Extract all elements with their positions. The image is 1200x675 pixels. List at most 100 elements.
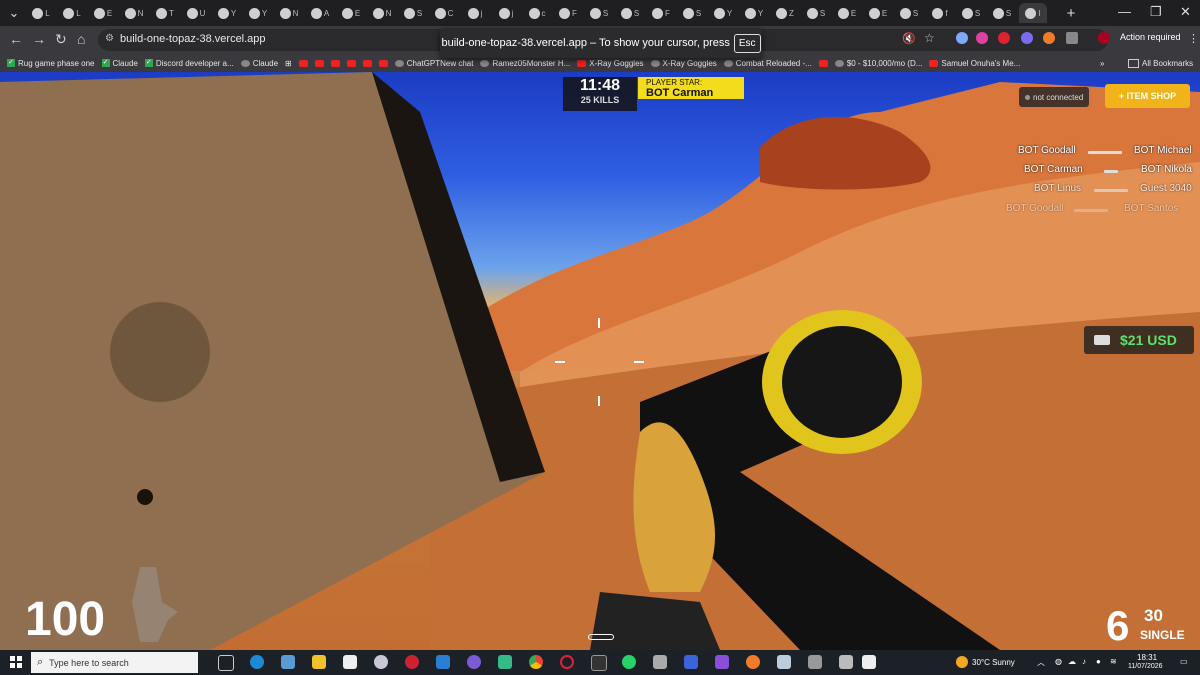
home-icon[interactable]: ⌂ [77,31,85,47]
bookmark-item[interactable]: $0 - $10,000/mo (D... [834,59,922,68]
browser-tab[interactable]: E [833,3,861,23]
bookmark-item[interactable]: X-Ray Goggles [577,59,644,68]
browser-tab[interactable]: c [523,3,551,23]
browser-tab[interactable]: j [461,3,489,23]
bookmarks-overflow-icon[interactable]: » [1100,59,1104,68]
bookmark-item[interactable]: Claude [240,59,278,68]
browser-tab[interactable]: A [306,3,334,23]
browser-tab[interactable]: j [492,3,520,23]
bookmark-item[interactable]: ChatGPTNew chat [394,59,473,68]
network-icon[interactable]: ◍ [1055,657,1062,666]
browser-tab[interactable]: S [988,3,1016,23]
bookmark-item[interactable] [362,59,372,68]
forward-icon[interactable]: → [32,31,46,47]
browser-tab[interactable]: N [368,3,396,23]
app-icon[interactable] [281,655,295,669]
browser-tab[interactable]: E [89,3,117,23]
reload-icon[interactable]: ↻ [55,31,67,48]
bookmark-item[interactable] [818,59,828,68]
site-info-icon[interactable]: ⚙ [105,33,114,44]
app-icon[interactable] [746,655,760,669]
bookmark-item[interactable] [346,59,356,68]
browser-tab[interactable]: Y [213,3,241,23]
browser-tab[interactable]: T [151,3,179,23]
browser-tab[interactable]: S [957,3,985,23]
game-viewport[interactable]: 11:48 25 KILLS PLAYER STAR: BOT Carman n… [0,72,1200,650]
browser-tab[interactable]: F [647,3,675,23]
bookmark-star-icon[interactable]: ☆ [924,31,935,45]
app-icon[interactable] [405,655,419,669]
browser-tab[interactable]: I [1019,3,1047,23]
app-icon[interactable] [777,655,791,669]
url-text[interactable]: build-one-topaz-38.vercel.app [120,33,266,45]
bookmark-item[interactable] [314,59,324,68]
terminal-icon[interactable] [591,655,607,671]
windows-start-icon[interactable] [10,656,22,668]
opera-icon[interactable] [560,655,574,669]
mute-icon[interactable]: 🔇 [902,32,916,45]
clock-date[interactable]: 11/07/2026 [1128,663,1163,670]
edge-icon[interactable] [250,655,264,669]
app-icon[interactable] [839,655,853,669]
extension-icon[interactable] [1021,32,1033,44]
menu-dots-icon[interactable]: ⋮ [1188,32,1199,45]
browser-tab[interactable]: S [678,3,706,23]
browser-tab[interactable]: Y [740,3,768,23]
action-required-button[interactable]: Action required [1120,32,1181,42]
weather-icon[interactable] [956,656,968,668]
browser-tab[interactable]: U [182,3,210,23]
wifi-icon[interactable]: ≋ [1110,657,1117,666]
app-icon[interactable] [467,655,481,669]
browser-tab[interactable]: Z [771,3,799,23]
browser-tab[interactable]: C [430,3,458,23]
file-explorer-icon[interactable] [312,655,326,669]
extensions-puzzle-icon[interactable] [1066,32,1078,44]
extension-icon[interactable] [1043,32,1055,44]
app-icon[interactable] [808,655,822,669]
item-shop-button[interactable]: + ITEM SHOP [1105,84,1190,108]
bookmark-item[interactable] [330,59,340,68]
task-view-icon[interactable] [218,655,234,671]
browser-tab[interactable]: N [275,3,303,23]
tab-search-icon[interactable]: ⌄ [4,5,24,21]
bookmark-item[interactable] [378,59,388,68]
tray-chevron-icon[interactable]: ︿ [1037,657,1045,668]
extension-icon[interactable] [956,32,968,44]
browser-tab[interactable]: S [802,3,830,23]
all-bookmarks[interactable]: All Bookmarks [1128,58,1193,68]
chrome-icon[interactable] [529,655,543,669]
bookmark-item[interactable]: Ramez05Monster H... [480,59,570,68]
bookmark-item[interactable] [298,59,308,68]
bookmark-item[interactable]: Samuel Onuha's Me... [929,59,1020,68]
browser-tab[interactable]: E [864,3,892,23]
extension-icon[interactable] [998,32,1010,44]
back-icon[interactable]: ← [9,31,23,47]
browser-tab[interactable]: S [895,3,923,23]
close-window-icon[interactable]: ✕ [1180,4,1191,20]
browser-tab[interactable]: L [27,3,55,23]
browser-tab[interactable]: E [337,3,365,23]
browser-tab[interactable]: S [585,3,613,23]
mic-icon[interactable]: ● [1096,657,1101,666]
bookmark-item[interactable]: ✓ Discord developer a... [144,59,234,68]
app-icon[interactable] [684,655,698,669]
browser-tab[interactable]: S [399,3,427,23]
taskbar-search[interactable]: ⌕ Type here to search [31,652,198,673]
bookmark-item[interactable]: ✓ Rug game phase one [7,59,95,68]
new-tab-button[interactable]: + [1061,5,1081,22]
minimize-icon[interactable]: — [1118,4,1131,19]
browser-tab[interactable]: F [554,3,582,23]
app-icon[interactable] [343,655,357,669]
bookmark-item[interactable]: X-Ray Goggles [650,59,717,68]
volume-icon[interactable]: ♪ [1082,657,1086,666]
onedrive-icon[interactable]: ☁ [1068,657,1076,666]
app-icon[interactable] [653,655,667,669]
browser-tab[interactable]: S [616,3,644,23]
app-icon[interactable] [374,655,388,669]
extension-icon[interactable] [976,32,988,44]
notification-icon[interactable]: ▭ [1180,657,1188,666]
app-icon[interactable] [498,655,512,669]
bookmark-item[interactable]: ✓ Claude [101,59,138,68]
profile-avatar[interactable] [1098,32,1110,44]
bookmark-item[interactable]: ⊞ [285,59,292,68]
